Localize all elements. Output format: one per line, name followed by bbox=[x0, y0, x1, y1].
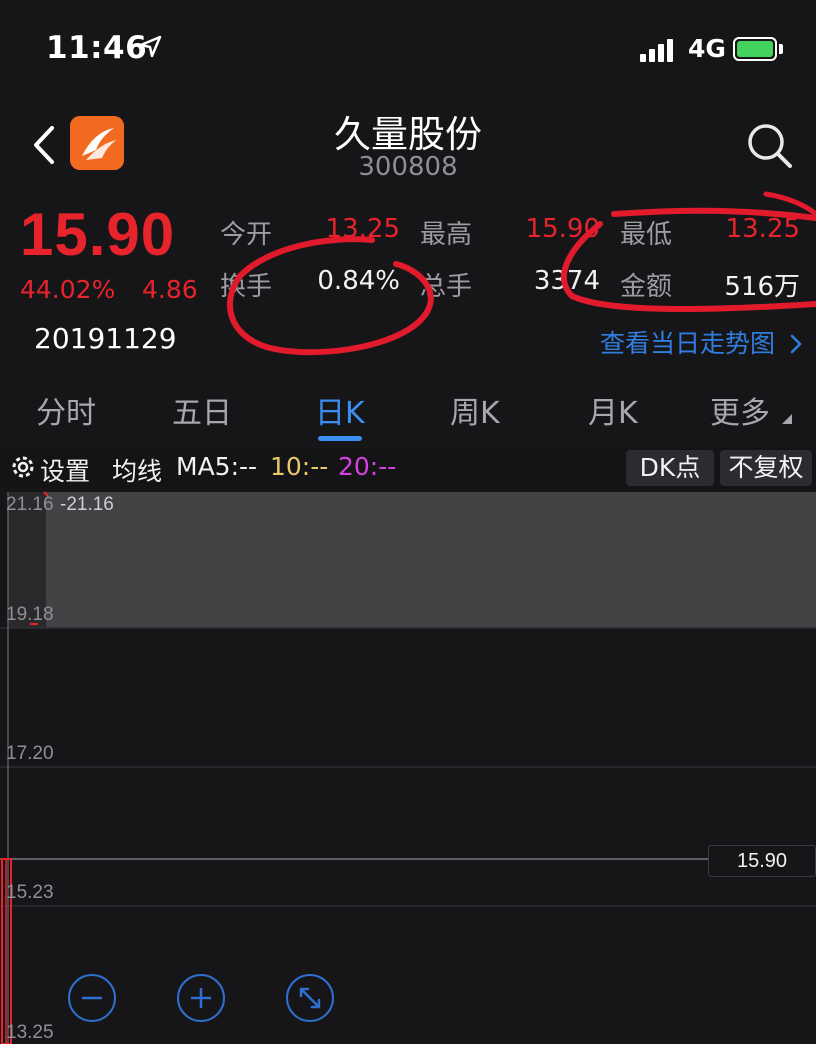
kline-chart[interactable] bbox=[0, 488, 816, 1044]
ma5-value: MA5:-- bbox=[176, 452, 258, 481]
fullscreen-button[interactable] bbox=[286, 974, 334, 1022]
status-time: 11:46 bbox=[46, 30, 148, 66]
turnover-value: 0.84% bbox=[317, 266, 400, 296]
gear-icon[interactable] bbox=[8, 452, 38, 482]
y-tick-label: 21.16 bbox=[6, 494, 54, 515]
ma20-value: 20:-- bbox=[338, 452, 397, 481]
intraday-trend-label: 查看当日走势图 bbox=[600, 329, 776, 358]
settings-button[interactable]: 设置 bbox=[40, 452, 90, 488]
current-price: 15.90 bbox=[20, 201, 176, 268]
annotation-stroke bbox=[763, 191, 816, 217]
ma-label: 均线 bbox=[112, 457, 163, 486]
tab-weekly-k[interactable]: 周K bbox=[450, 388, 500, 432]
y-tick-label: 13.25 bbox=[6, 1022, 54, 1043]
caret-down-icon bbox=[782, 414, 792, 424]
tab-intraday[interactable]: 分时 bbox=[36, 388, 96, 432]
change-amount: 4.86 bbox=[142, 275, 198, 304]
amount-value: 516万 bbox=[724, 272, 800, 302]
change-percent: 44.02% bbox=[20, 275, 116, 304]
y-tick-label: 17.20 bbox=[6, 743, 54, 764]
quote-date: 20191129 bbox=[34, 322, 177, 355]
current-price-tag: 15.90 bbox=[708, 845, 816, 877]
stock-name: 久量股份 bbox=[334, 113, 482, 156]
low-label: 最低 bbox=[620, 220, 673, 250]
high-marker-value: 21.16 bbox=[66, 494, 114, 515]
battery-icon bbox=[733, 37, 777, 61]
zoom-out-button[interactable] bbox=[68, 974, 116, 1022]
network-type: 4G bbox=[688, 34, 726, 63]
open-value: 13.25 bbox=[325, 214, 400, 244]
no-adjust-button[interactable]: 不复权 bbox=[720, 450, 812, 486]
active-tab-indicator bbox=[318, 436, 362, 441]
tab-monthly-k[interactable]: 月K bbox=[588, 388, 638, 432]
tab-five-day[interactable]: 五日 bbox=[172, 388, 232, 432]
battery-tip bbox=[779, 44, 783, 54]
search-icon[interactable] bbox=[744, 120, 794, 170]
open-label: 今开 bbox=[220, 220, 273, 250]
stock-code: 300808 bbox=[358, 152, 458, 182]
period-tabbar bbox=[0, 370, 816, 446]
plus-icon bbox=[191, 988, 211, 1008]
zoom-in-button[interactable] bbox=[177, 974, 225, 1022]
amount-label: 金额 bbox=[620, 272, 673, 302]
volume-label: 总手 bbox=[420, 272, 473, 302]
intraday-trend-link[interactable]: 查看当日走势图 bbox=[600, 324, 803, 360]
turnover-label: 换手 bbox=[220, 272, 273, 302]
cellular-signal-icon bbox=[640, 38, 673, 62]
dk-point-button[interactable]: DK点 bbox=[626, 450, 714, 486]
chevron-right-icon bbox=[790, 334, 802, 354]
high-marker-label: -21.16 bbox=[60, 494, 114, 515]
y-tick-label: 15.23 bbox=[6, 882, 54, 903]
ma10-value: 10:-- bbox=[270, 452, 329, 481]
y-tick-label: 19.18 bbox=[6, 604, 54, 625]
high-value: 15.90 bbox=[525, 214, 600, 244]
location-arrow-icon bbox=[139, 35, 162, 58]
low-value: 13.25 bbox=[725, 214, 800, 244]
tab-daily-k[interactable]: 日K bbox=[315, 388, 365, 432]
minus-icon bbox=[82, 996, 102, 1000]
high-label: 最高 bbox=[420, 220, 473, 250]
expand-icon bbox=[299, 987, 321, 1009]
volume-value: 3374 bbox=[533, 266, 600, 296]
tab-more[interactable]: 更多 bbox=[710, 388, 770, 432]
shaded-band bbox=[46, 492, 816, 628]
